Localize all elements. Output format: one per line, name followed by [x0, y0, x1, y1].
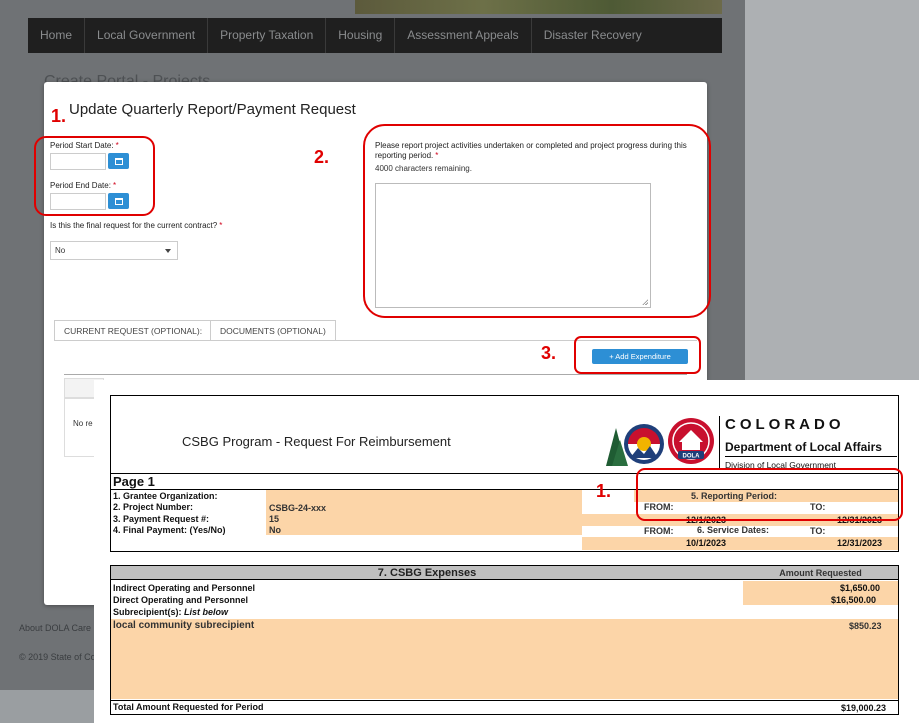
brand-rule	[725, 456, 897, 457]
grid-empty-text: No re	[73, 419, 93, 428]
expenses-title: 7. CSBG Expenses	[377, 567, 477, 579]
service-to-label: TO:	[810, 526, 826, 536]
total-label: Total Amount Requested for Period	[113, 702, 264, 712]
page-label: Page 1	[113, 474, 155, 489]
final-payment-label: 4. Final Payment: (Yes/No)	[113, 525, 226, 535]
payment-request-label: 3. Payment Request #:	[113, 514, 210, 524]
expense-row-label: Direct Operating and Personnel	[113, 595, 249, 605]
brand-department: Department of Local Affairs	[725, 440, 882, 454]
subrecipient-name: local community subrecipient	[113, 620, 255, 631]
nav-item-assessment-appeals[interactable]: Assessment Appeals	[395, 18, 532, 53]
tab-current-request[interactable]: CURRENT REQUEST (OPTIONAL):	[54, 320, 213, 341]
amount-requested-header: Amount Requested	[779, 568, 862, 578]
nav-item-local-government[interactable]: Local Government	[85, 18, 209, 53]
nav-item-home[interactable]: Home	[28, 18, 86, 53]
tab-documents[interactable]: DOCUMENTS (OPTIONAL)	[210, 320, 336, 341]
form-annotation-box-1	[636, 468, 903, 521]
annotation-box-3	[574, 336, 701, 374]
colorado-logo-icon	[606, 424, 664, 466]
form-annotation-number-1: 1.	[596, 481, 612, 501]
nav-item-disaster-recovery[interactable]: Disaster Recovery	[532, 18, 654, 53]
subrecipient-note: List below	[184, 607, 229, 617]
annotation-number-3: 3.	[541, 343, 557, 363]
final-payment-value: No	[269, 525, 281, 535]
required-mark: *	[219, 221, 223, 230]
annotation-number-1: 1.	[51, 106, 67, 126]
expenses-header: 7. CSBG Expenses Amount Requested	[111, 566, 898, 580]
payment-request-value: 15	[269, 514, 280, 524]
service-to-value: 12/31/2023	[837, 538, 883, 548]
subrecipient-label-text: Subrecipient(s):	[113, 607, 182, 617]
footer-copyright: © 2019 State of Co	[19, 652, 96, 662]
final-request-label-text: Is this the final request for the curren…	[50, 221, 218, 230]
grid-divider	[64, 374, 687, 375]
subrecipient-area	[111, 619, 898, 699]
service-dates-label: 6. Service Dates:	[697, 525, 770, 535]
total-rule	[111, 700, 898, 701]
main-nav: Home Local Government Property Taxation …	[28, 18, 722, 53]
brand-colorado: COLORADO	[725, 416, 845, 433]
header-banner-image	[355, 0, 722, 14]
expense-row-amount: $16,500.00	[831, 595, 877, 605]
annotation-box-2	[363, 124, 711, 318]
brand-divider	[719, 416, 720, 470]
nav-item-housing[interactable]: Housing	[326, 18, 396, 53]
project-number-value: CSBG-24-xxx	[269, 503, 327, 513]
modal-title: Update Quarterly Report/Payment Request	[69, 101, 356, 118]
seal-text: DOLA	[683, 454, 701, 460]
expense-row-label: Indirect Operating and Personnel	[113, 583, 256, 593]
chevron-down-icon	[165, 249, 171, 253]
form-title: CSBG Program - Request For Reimbursement	[182, 434, 451, 449]
form-expenses-section: 7. CSBG Expenses Amount Requested Indire…	[110, 565, 899, 715]
annotation-box-1	[34, 136, 155, 216]
subrecipient-label: Subrecipient(s): List below	[113, 607, 228, 617]
final-request-value: No	[55, 246, 66, 255]
subrecipient-amount: $850.23	[849, 621, 882, 631]
expense-row-amount: $1,650.00	[840, 583, 881, 593]
nav-item-property-taxation[interactable]: Property Taxation	[208, 18, 327, 53]
service-from-label: FROM:	[644, 526, 674, 536]
project-number-label: 2. Project Number:	[113, 502, 194, 512]
total-amount: $19,000.23	[841, 703, 887, 713]
final-request-select[interactable]: No	[50, 241, 178, 260]
grantee-label: 1. Grantee Organization:	[113, 491, 218, 501]
service-from-value: 10/1/2023	[686, 538, 727, 548]
annotation-number-2: 2.	[314, 147, 330, 167]
dola-seal-icon: DOLA	[668, 418, 714, 464]
reimbursement-form-image: CSBG Program - Request For Reimbursement…	[94, 380, 919, 723]
footer-links[interactable]: About DOLA Care	[19, 623, 91, 633]
final-request-label: Is this the final request for the curren…	[50, 221, 222, 230]
